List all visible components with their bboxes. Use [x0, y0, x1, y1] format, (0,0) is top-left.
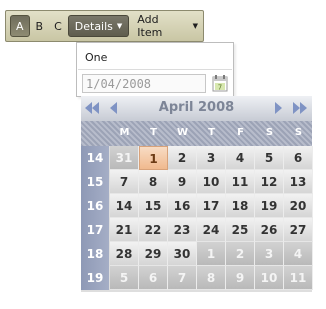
calendar-day[interactable]: 25 [226, 218, 255, 242]
details-dropdown-menu: One 1/04/2008 7 [76, 42, 234, 97]
week-number: 16 [81, 194, 109, 218]
toolbar: A B C Details ▼ Add Item ▼ [5, 10, 204, 42]
calendar-day-selected[interactable]: 1 [139, 146, 168, 170]
chevron-down-icon: ▼ [116, 22, 123, 30]
details-menu-button[interactable]: Details ▼ [67, 15, 130, 37]
calendar-day[interactable]: 2 [168, 146, 197, 170]
weekday-header: S [265, 127, 274, 138]
calendar-day[interactable]: 24 [197, 218, 226, 242]
calendar-day[interactable]: 30 [168, 242, 197, 266]
weekday-header: T [150, 127, 157, 138]
calendar-day[interactable]: 16 [168, 194, 197, 218]
menu-item-one[interactable]: One [85, 51, 107, 64]
calendar-day[interactable]: 11 [284, 266, 313, 290]
calendar-day[interactable]: 12 [255, 170, 284, 194]
calendar-day[interactable]: 22 [139, 218, 168, 242]
weekday-header-row: MTWTFSS [81, 121, 312, 146]
calendar-day[interactable]: 4 [284, 242, 313, 266]
weekday-header: M [119, 127, 130, 138]
week-number: 18 [81, 242, 109, 266]
svg-text:7: 7 [218, 84, 222, 92]
weekday-header: S [294, 127, 303, 138]
calendar-header: April 2008 [81, 96, 312, 121]
calendar-day[interactable]: 21 [110, 218, 139, 242]
calendar-day[interactable]: 20 [284, 194, 313, 218]
calendar-day[interactable]: 9 [168, 170, 197, 194]
date-picker-calendar: April 2008 MTWTFSS 14 31 1 2 3 4 5 6 15 7 8 9 10 11 12… [81, 96, 313, 292]
calendar-day[interactable]: 26 [255, 218, 284, 242]
menu-divider [78, 69, 232, 70]
calendar-day[interactable]: 15 [139, 194, 168, 218]
calendar-day[interactable]: 31 [110, 146, 139, 170]
calendar-day[interactable]: 27 [284, 218, 313, 242]
details-label: Details [74, 19, 113, 33]
date-input[interactable]: 1/04/2008 [82, 74, 206, 93]
calendar-day[interactable]: 29 [139, 242, 168, 266]
calendar-day[interactable]: 8 [197, 266, 226, 290]
calendar-day[interactable]: 5 [255, 146, 284, 170]
calendar-day[interactable]: 17 [197, 194, 226, 218]
calendar-day[interactable]: 28 [110, 242, 139, 266]
toggle-a-button[interactable]: A [10, 15, 30, 37]
calendar-day[interactable]: 7 [168, 266, 197, 290]
calendar-day[interactable]: 19 [255, 194, 284, 218]
weekday-header: W [176, 127, 189, 138]
calendar-day[interactable]: 6 [284, 146, 313, 170]
next-month-icon[interactable] [274, 101, 284, 115]
calendar-day[interactable]: 10 [197, 170, 226, 194]
calendar-day[interactable]: 3 [197, 146, 226, 170]
calendar-day[interactable]: 14 [110, 194, 139, 218]
calendar-day[interactable]: 5 [110, 266, 139, 290]
calendar-day[interactable]: 4 [226, 146, 255, 170]
calendar-day[interactable]: 23 [168, 218, 197, 242]
week-number: 17 [81, 218, 109, 242]
calendar-day[interactable]: 7 [110, 170, 139, 194]
calendar-day[interactable]: 8 [139, 170, 168, 194]
calendar-day[interactable]: 9 [226, 266, 255, 290]
calendar-day[interactable]: 6 [139, 266, 168, 290]
add-item-menu-button[interactable]: Add Item ▼ [130, 13, 203, 39]
chevron-down-icon: ▼ [192, 22, 198, 30]
calendar-icon[interactable]: 7 [211, 74, 229, 93]
calendar-grid: 14 31 1 2 3 4 5 6 15 7 8 9 10 11 12 13 16 14 15 16 17 18 19 20 1… [81, 146, 313, 292]
calendar-day[interactable]: 10 [255, 266, 284, 290]
calendar-day[interactable]: 18 [226, 194, 255, 218]
week-number: 14 [81, 146, 109, 170]
toggle-c-button[interactable]: C [49, 15, 67, 37]
add-item-label: Add Item [137, 13, 163, 39]
calendar-day[interactable]: 3 [255, 242, 284, 266]
calendar-day[interactable]: 11 [226, 170, 255, 194]
weekday-header: F [237, 127, 244, 138]
next-year-icon[interactable] [292, 101, 308, 115]
weekday-header: T [208, 127, 215, 138]
week-number: 19 [81, 266, 109, 290]
calendar-day[interactable]: 2 [226, 242, 255, 266]
calendar-day[interactable]: 1 [197, 242, 226, 266]
calendar-day[interactable]: 13 [284, 170, 313, 194]
week-number: 15 [81, 170, 109, 194]
toggle-b-button[interactable]: B [31, 15, 49, 37]
